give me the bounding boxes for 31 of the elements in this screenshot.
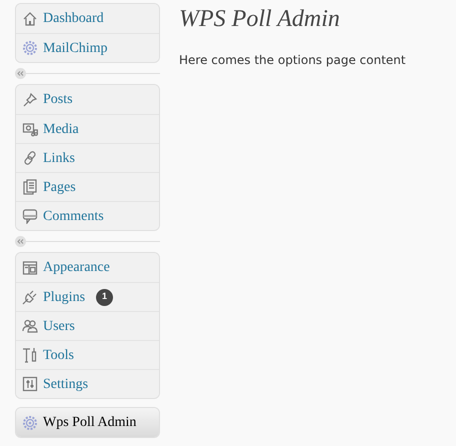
collapse-icon[interactable]: [15, 68, 26, 79]
menu-item[interactable]: Posts: [16, 85, 159, 114]
pushpin-icon: [22, 92, 38, 108]
plug-icon: [22, 289, 38, 305]
update-count-badge: 1: [96, 288, 114, 306]
tools-icon: [22, 347, 38, 363]
menu-item[interactable]: Settings: [16, 369, 159, 398]
menu-item[interactable]: Comments: [16, 201, 159, 230]
chain-link-icon: [22, 150, 38, 166]
media-icon: [22, 121, 38, 137]
menu-item[interactable]: Pages: [16, 172, 159, 201]
speech-bubble-icon: [22, 208, 38, 224]
menu-item[interactable]: Appearance: [16, 253, 159, 282]
menu-item[interactable]: Plugins 1: [16, 282, 159, 311]
menu-item[interactable]: Links: [16, 143, 159, 172]
menu-item[interactable]: MailChimp: [16, 33, 159, 62]
menu-item[interactable]: Tools: [16, 340, 159, 369]
layout-icon: [22, 260, 38, 276]
menu-item[interactable]: Users: [16, 311, 159, 340]
users-icon: [22, 318, 38, 334]
menu-item[interactable]: Dashboard: [16, 4, 159, 33]
menu-item[interactable]: Wps Poll Admin: [16, 408, 159, 437]
page-title: WPS Poll Admin: [179, 5, 341, 34]
collapse-icon[interactable]: [15, 236, 26, 247]
page-text: Here comes the options page content: [179, 52, 406, 69]
house-icon: [22, 10, 38, 26]
menu-item[interactable]: Media: [16, 114, 159, 143]
gear-icon: [22, 414, 38, 430]
settings-icon: [22, 376, 38, 392]
pages-icon: [22, 179, 38, 195]
gear-icon: [22, 40, 38, 56]
